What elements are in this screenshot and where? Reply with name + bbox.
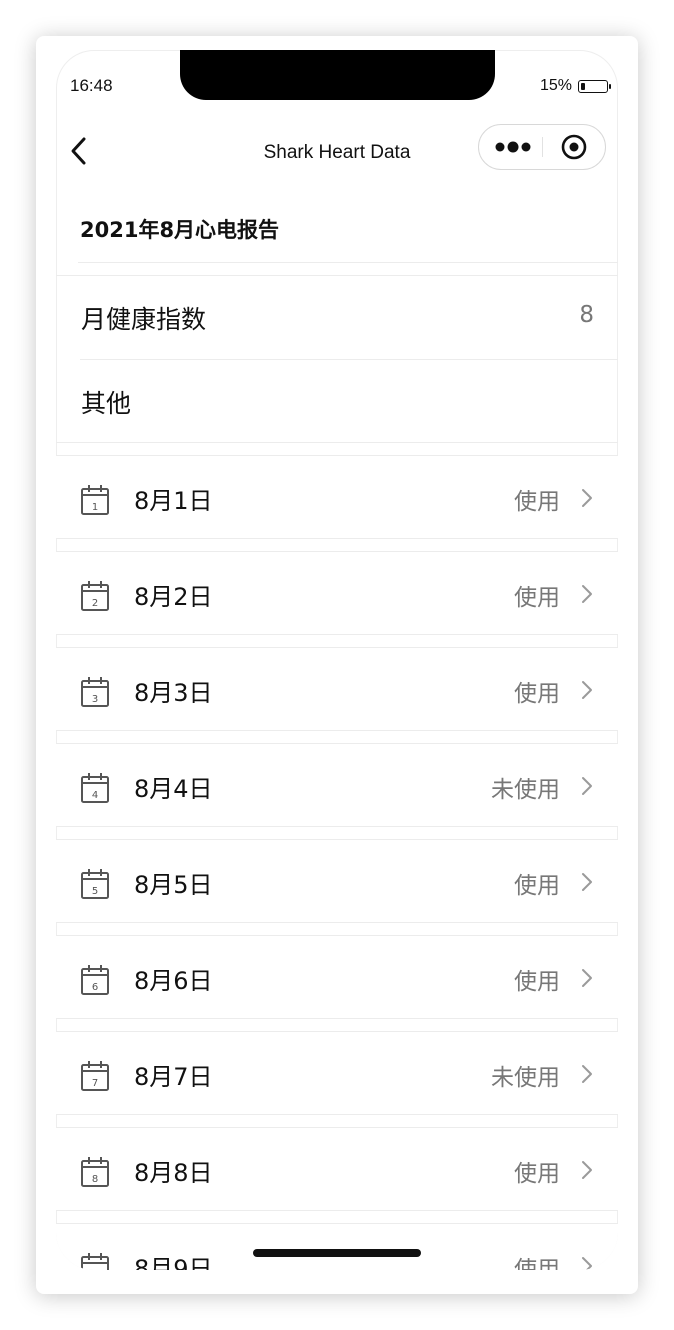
- other-row: 其他: [56, 360, 618, 444]
- day-row[interactable]: 6 8月6日 使用: [56, 935, 618, 1019]
- usage-status: 使用: [514, 585, 560, 611]
- chevron-right-icon: [582, 873, 592, 891]
- divider: [78, 262, 618, 263]
- camera-notch: [180, 50, 495, 100]
- calendar-day-number: 1: [92, 502, 98, 513]
- usage-status: 使用: [514, 681, 560, 707]
- day-label: 8月4日: [134, 775, 213, 803]
- usage-status: 使用: [514, 489, 560, 515]
- chevron-right-icon: [582, 681, 592, 699]
- navigation-bar: Shark Heart Data: [56, 122, 618, 178]
- more-dots-icon[interactable]: [491, 133, 537, 161]
- day-row[interactable]: 3 8月3日 使用: [56, 647, 618, 731]
- capsule-divider: [542, 137, 543, 157]
- day-row[interactable]: 2 8月2日 使用: [56, 551, 618, 635]
- calendar-day-number: 3: [92, 694, 98, 705]
- chevron-right-icon: [582, 1257, 592, 1270]
- calendar-day-number: 2: [92, 598, 98, 609]
- calendar-icon: 3: [81, 677, 109, 707]
- chevron-right-icon: [582, 489, 592, 507]
- day-row[interactable]: 7 8月7日 未使用: [56, 1031, 618, 1115]
- usage-status: 使用: [514, 969, 560, 995]
- calendar-icon: 6: [81, 965, 109, 995]
- chevron-right-icon: [582, 777, 592, 795]
- calendar-icon: 7: [81, 1061, 109, 1091]
- day-label: 8月9日: [134, 1255, 213, 1270]
- day-label: 8月6日: [134, 967, 213, 995]
- calendar-day-number: 5: [92, 886, 98, 897]
- chevron-right-icon: [582, 1065, 592, 1083]
- calendar-icon: 5: [81, 869, 109, 899]
- day-label: 8月7日: [134, 1063, 213, 1091]
- calendar-icon: 2: [81, 581, 109, 611]
- home-indicator: [253, 1249, 421, 1257]
- chevron-right-icon: [582, 1161, 592, 1179]
- phone-screen: 16:48 15% Shark Heart Data 2021年8月心电报告 月…: [56, 50, 618, 1270]
- status-time: 16:48: [70, 76, 113, 95]
- calendar-day-number: 4: [92, 790, 98, 801]
- monthly-index-value: 8: [579, 302, 594, 328]
- usage-status: 使用: [514, 1257, 560, 1270]
- usage-status: 使用: [514, 873, 560, 899]
- report-title: 2021年8月心电报告: [80, 218, 280, 242]
- mini-program-capsule: [478, 124, 606, 170]
- usage-status: 未使用: [491, 777, 560, 803]
- day-label: 8月3日: [134, 679, 213, 707]
- chevron-right-icon: [582, 969, 592, 987]
- usage-status: 使用: [514, 1161, 560, 1187]
- day-row[interactable]: 4 8月4日 未使用: [56, 743, 618, 827]
- monthly-index-row: 月健康指数 8: [56, 276, 618, 360]
- day-row[interactable]: 5 8月5日 使用: [56, 839, 618, 923]
- calendar-icon: 9: [81, 1253, 109, 1270]
- calendar-day-number: 6: [92, 982, 98, 993]
- calendar-day-number: 7: [92, 1078, 98, 1089]
- battery-percent: 15%: [539, 77, 572, 94]
- status-right: 15%: [539, 77, 611, 95]
- day-label: 8月5日: [134, 871, 213, 899]
- battery-icon: [578, 79, 611, 93]
- monthly-index-label: 月健康指数: [81, 305, 207, 334]
- day-label: 8月1日: [134, 487, 213, 515]
- day-row[interactable]: 8 8月8日 使用: [56, 1127, 618, 1211]
- calendar-icon: 4: [81, 773, 109, 803]
- divider: [56, 442, 618, 443]
- close-target-icon[interactable]: [557, 132, 591, 162]
- usage-status: 未使用: [491, 1065, 560, 1091]
- day-label: 8月8日: [134, 1159, 213, 1187]
- calendar-icon: 1: [81, 485, 109, 515]
- calendar-icon: 8: [81, 1157, 109, 1187]
- day-row[interactable]: 9 8月9日 使用: [56, 1223, 618, 1270]
- other-label: 其他: [81, 389, 132, 418]
- day-label: 8月2日: [134, 583, 213, 611]
- calendar-day-number: 8: [92, 1174, 98, 1185]
- day-row[interactable]: 1 8月1日 使用: [56, 455, 618, 539]
- chevron-right-icon: [582, 585, 592, 603]
